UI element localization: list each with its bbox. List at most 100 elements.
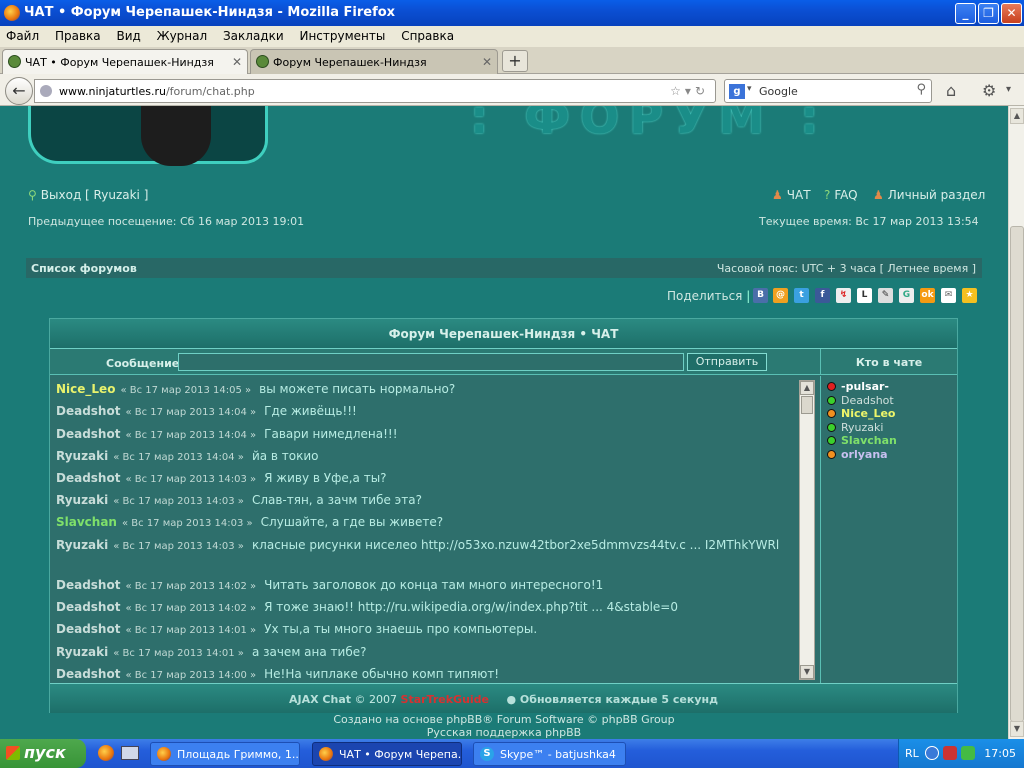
footer-support-link[interactable]: Русская поддержка phpBB xyxy=(0,726,1008,739)
restore-button[interactable]: ❐ xyxy=(978,3,999,24)
scroll-down-icon[interactable]: ▼ xyxy=(800,665,814,679)
menu-bookmarks[interactable]: Закладки xyxy=(217,26,290,43)
vk-icon[interactable]: B xyxy=(753,288,768,303)
share-label[interactable]: Поделиться | xyxy=(667,289,750,303)
logout-link[interactable]: ⚲ Выход [ Ryuzaki ] xyxy=(28,188,148,202)
message-user[interactable]: Ryuzaki xyxy=(56,538,108,552)
start-button[interactable]: пуск xyxy=(0,739,86,768)
favorite-icon[interactable]: ★ xyxy=(962,288,977,303)
security-icon[interactable] xyxy=(943,746,957,760)
message-text[interactable]: класные рисунки ниселео http://o53xo.nzu… xyxy=(252,538,779,552)
status-icon xyxy=(827,450,836,459)
chat-link[interactable]: ♟ ЧАТ xyxy=(772,188,811,202)
tab-chat[interactable]: ЧАТ • Форум Черепашек-Ниндзя ✕ xyxy=(2,49,248,74)
message-user[interactable]: Deadshot xyxy=(56,404,120,418)
menu-edit[interactable]: Правка xyxy=(49,26,107,43)
pencil-icon[interactable]: ✎ xyxy=(878,288,893,303)
menu-tools[interactable]: Инструменты xyxy=(293,26,391,43)
message-text: Где живёщь!!! xyxy=(264,404,357,418)
menu-file[interactable]: Файл xyxy=(0,26,45,43)
startrekguide-link[interactable]: StarTrekGuide xyxy=(401,693,490,706)
message-text: а зачем ана тибе? xyxy=(251,645,367,659)
language-indicator[interactable]: RL xyxy=(905,747,919,760)
scroll-thumb[interactable] xyxy=(801,396,813,414)
reload-icon[interactable]: ↻ xyxy=(695,84,709,98)
close-window-button[interactable]: ✕ xyxy=(1001,3,1022,24)
message-time: « Вс 17 мар 2013 14:03 » xyxy=(121,518,253,529)
scroll-up-icon[interactable]: ▲ xyxy=(1010,108,1024,124)
menu-view[interactable]: Вид xyxy=(110,26,146,43)
minimize-button[interactable]: _ xyxy=(955,3,976,24)
scroll-up-icon[interactable]: ▲ xyxy=(800,381,814,395)
message-input[interactable] xyxy=(178,353,684,371)
home-icon[interactable]: ⌂ xyxy=(946,81,956,100)
url-bar[interactable]: www.ninjaturtles.ru/forum/chat.php ☆▾↻ xyxy=(34,79,716,103)
addon-icon[interactable]: ⚙ xyxy=(982,81,996,100)
who-item[interactable]: -pulsar- xyxy=(827,380,889,393)
message-user[interactable]: Nice_Leo xyxy=(56,382,115,396)
ajax-chat-link[interactable]: AJAX Chat xyxy=(289,693,351,706)
search-field[interactable]: g ▾ Google ⚲ xyxy=(724,79,932,103)
faq-link[interactable]: ? FAQ xyxy=(824,188,858,202)
taskbar-item[interactable]: ЧАТ • Форум Черепа... xyxy=(312,742,462,766)
message-user[interactable]: Deadshot xyxy=(56,578,120,592)
who-item[interactable]: Ryuzaki xyxy=(827,421,883,434)
email-icon[interactable]: ✉ xyxy=(941,288,956,303)
google-plus-icon[interactable]: G xyxy=(899,288,914,303)
message-text: Ух ты,а ты много знаешь про компьютеры. xyxy=(264,622,538,636)
message-text[interactable]: Я тоже знаю!! http://ru.wikipedia.org/w/… xyxy=(264,600,678,614)
send-button[interactable]: Отправить xyxy=(687,353,767,371)
chevron-down-icon[interactable]: ▾ xyxy=(1006,84,1011,95)
message-user[interactable]: Ryuzaki xyxy=(56,645,108,659)
dropdown-arrow-icon[interactable]: ▾ xyxy=(685,84,695,98)
who-item[interactable]: Slavchan xyxy=(827,434,897,447)
arrow-icon[interactable] xyxy=(925,746,939,760)
bookmark-star-icon[interactable]: ☆ xyxy=(670,84,685,98)
message-user[interactable]: Slavchan xyxy=(56,515,117,529)
message-user[interactable]: Ryuzaki xyxy=(56,449,108,463)
livejournal-icon[interactable]: L xyxy=(857,288,872,303)
google-icon[interactable]: g xyxy=(729,84,745,99)
facebook-icon[interactable]: f xyxy=(815,288,830,303)
twitter-icon[interactable]: t xyxy=(794,288,809,303)
who-item[interactable]: Deadshot xyxy=(827,394,894,407)
scroll-down-icon[interactable]: ▼ xyxy=(1010,721,1024,737)
scroll-thumb[interactable] xyxy=(1010,226,1024,722)
firefox-quicklaunch-icon[interactable] xyxy=(98,745,114,761)
odnoklassniki-icon[interactable]: ok xyxy=(920,288,935,303)
menu-history[interactable]: Журнал xyxy=(151,26,214,43)
chat-message: Ryuzaki « Вс 17 мар 2013 14:03 » класные р… xyxy=(56,537,784,555)
moikrug-icon[interactable]: ↯ xyxy=(836,288,851,303)
menu-help[interactable]: Справка xyxy=(395,26,460,43)
forum-list-link[interactable]: Список форумов xyxy=(31,262,137,275)
back-button[interactable]: ← xyxy=(5,77,33,105)
page-scrollbar[interactable]: ▲ ▼ xyxy=(1008,106,1024,739)
desktop-icon[interactable] xyxy=(121,746,139,760)
message-user[interactable]: Ryuzaki xyxy=(56,493,108,507)
firefox-icon xyxy=(157,747,171,761)
taskbar-item[interactable]: S Skype™ - batjushka4 xyxy=(473,742,626,766)
chat-scrollbar[interactable]: ▲ ▼ xyxy=(799,380,815,680)
mail-icon[interactable]: @ xyxy=(773,288,788,303)
taskbar: пуск Площадь Гриммо, 1... ЧАТ • Форум Че… xyxy=(0,739,1024,768)
tab-forum[interactable]: Форум Черепашек-Ниндзя ✕ xyxy=(250,49,498,74)
tab-close-icon[interactable]: ✕ xyxy=(232,55,242,69)
shield-icon[interactable] xyxy=(961,746,975,760)
chat-message: Deadshot « Вс 17 мар 2013 14:00 » Не!На чи… xyxy=(56,666,784,683)
tab-close-icon[interactable]: ✕ xyxy=(482,55,492,69)
profile-link[interactable]: ♟ Личный раздел xyxy=(873,188,985,202)
taskbar-item[interactable]: Площадь Гриммо, 1... xyxy=(150,742,300,766)
who-item[interactable]: Nice_Leo xyxy=(827,407,895,420)
message-user[interactable]: Deadshot xyxy=(56,622,120,636)
globe-icon xyxy=(40,85,52,97)
message-user[interactable]: Deadshot xyxy=(56,667,120,681)
menu-bar: Файл Правка Вид Журнал Закладки Инструме… xyxy=(0,26,1024,47)
who-item[interactable]: orlyana xyxy=(827,448,888,461)
message-user[interactable]: Deadshot xyxy=(56,471,120,485)
new-tab-button[interactable]: + xyxy=(502,50,528,72)
message-user[interactable]: Deadshot xyxy=(56,600,120,614)
search-icon[interactable]: ⚲ xyxy=(916,82,926,97)
chevron-down-icon[interactable]: ▾ xyxy=(747,84,752,94)
message-user[interactable]: Deadshot xyxy=(56,427,120,441)
message-time: « Вс 17 мар 2013 14:00 » xyxy=(125,670,257,681)
